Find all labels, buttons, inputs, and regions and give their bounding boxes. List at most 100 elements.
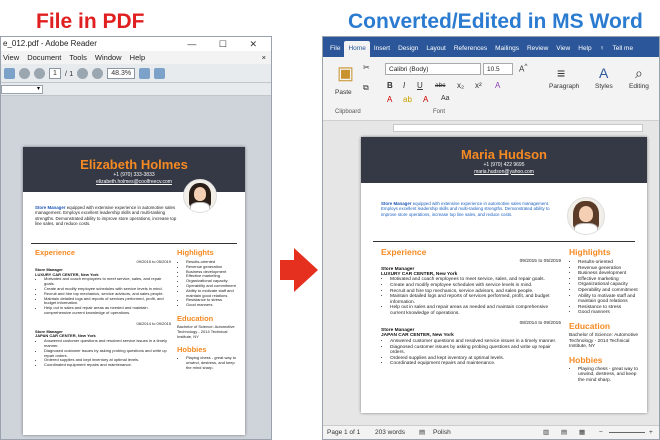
tab-insert[interactable]: Insert [370,41,394,57]
resume-header: Maria Hudson +1 (970) 422 9695 maria.hud… [361,137,647,183]
paragraph-button[interactable]: Paragraph [549,83,579,90]
experience-column: Experience 09/2015 to 05/2019 Store Mana… [35,248,171,368]
experience-column: Experience 09/2015 to 05/2019 Store Mana… [381,247,561,367]
editing-button[interactable]: Editing [629,83,649,90]
page-number-input[interactable]: 1 [49,67,61,79]
resume-name: Elizabeth Holmes [80,157,188,172]
clipboard-group-label: Clipboard [335,109,361,115]
education-title: Education [177,313,214,323]
job2-bullets: Answered customer questions and resolved… [35,338,171,368]
prev-page-icon[interactable] [19,67,30,79]
tab-tell-me[interactable]: Tell me [609,41,638,57]
status-words[interactable]: 203 words [375,426,405,439]
profile-photo [183,179,217,213]
change-case-icon[interactable]: Aa [441,95,450,102]
education-text: Bachelor of Science: Automotive Technolo… [569,332,639,350]
tab-review[interactable]: Review [523,41,552,57]
word-heading: Converted/Edited in MS Word [348,10,643,33]
text-effects-icon[interactable]: A [387,95,392,104]
window-controls[interactable]: — ☐ ✕ [187,37,267,51]
pdf-page: Elizabeth Holmes +1 (970) 333-3833 eliza… [23,147,245,435]
experience-title: Experience [35,248,76,257]
tab-help[interactable]: Help [574,41,595,57]
paragraph-icon[interactable]: ≡ [557,65,565,81]
hobbies-list: Playing chess - great way to unwind, des… [569,367,641,384]
styles-icon[interactable]: A [599,65,608,81]
tab-layout[interactable]: Layout [422,41,450,57]
paste-button[interactable]: Paste [335,89,352,96]
strikethrough-icon[interactable]: abc [435,82,445,89]
tab-references[interactable]: References [450,41,491,57]
tab-file[interactable]: File [326,41,344,57]
job1-company: LUXURY CAR CENTER, New York [381,271,458,277]
font-size-select[interactable]: 10.5 [483,63,513,75]
home-ribbon: ▣ Paste ✂ ⧉ Clipboard Calibri (Body) 10.… [323,57,659,121]
read-mode-icon[interactable]: ▥ [543,426,549,439]
tools-icon[interactable] [4,67,15,79]
font-group-label: Font [433,109,446,115]
cut-icon[interactable]: ✂ [363,63,370,72]
next-page-icon[interactable] [34,67,45,79]
fit-width-icon[interactable] [154,67,166,79]
zoom-out-icon[interactable] [77,67,89,79]
search-icon[interactable]: ⌕ [635,65,643,82]
zoom-in-icon[interactable] [92,67,104,79]
divider [373,241,635,242]
education-title: Education [569,320,611,331]
fit-page-icon[interactable] [139,67,151,79]
styles-button[interactable]: Styles [595,83,613,90]
zoom-in-icon[interactable]: + [649,426,653,439]
subscript-icon[interactable]: x₂ [457,81,464,90]
pdf-menu-items[interactable]: View Document Tools Window Help [3,53,145,62]
pdf-reader-window: e_012.pdf - Adobe Reader — ☐ ✕ View Docu… [0,36,272,440]
tab-home[interactable]: Home [344,41,370,57]
highlights-list: Results-oriented Revenue generation Busi… [177,259,237,308]
status-page[interactable]: Page 1 of 1 [327,426,360,439]
ruler [323,121,659,134]
view-dropdown[interactable]: ▾ [1,85,43,94]
close-document-icon[interactable]: × [262,51,266,64]
zoom-out-icon[interactable]: − [599,426,603,439]
hobbies-title: Hobbies [177,345,207,355]
pdf-heading: File in PDF [36,10,145,33]
pdf-toolbar: 1 / 1 48.3% [1,64,271,83]
resume-name: Maria Hudson [461,147,547,162]
comparison-graphic: File in PDF Converted/Edited in MS Word … [0,0,660,440]
hobbies-list: Playing chess - great way to unwind, des… [177,355,237,370]
job2-company: JAPAN CAR CENTER, New York [381,333,454,339]
page-total: / 1 [64,68,74,78]
proofing-icon[interactable]: ▤ [419,426,425,439]
tab-view[interactable]: View [552,41,574,57]
experience-title: Experience [381,247,427,257]
tab-mailings[interactable]: Mailings [491,41,523,57]
italic-icon[interactable]: I [403,81,405,90]
web-layout-icon[interactable]: ▦ [579,426,585,439]
word-window: File Home Insert Design Layout Reference… [322,36,660,440]
lightbulb-icon: ♀ [599,45,605,52]
profile-avatar [567,197,605,235]
pdf-secondary-toolbar: ▾ [1,83,271,96]
ribbon-tabs: File Home Insert Design Layout Reference… [323,37,659,57]
status-bar: Page 1 of 1 203 words ▤ Polish ▥ ▤ ▦ − + [323,425,659,439]
font-color-icon[interactable]: A [423,95,428,104]
status-language[interactable]: Polish [433,426,451,439]
paste-icon[interactable]: ▣ [337,63,354,84]
zoom-input[interactable]: 48.3% [107,67,136,79]
vertical-ruler [323,134,333,404]
pdf-titlebar: e_012.pdf - Adobe Reader — ☐ ✕ [1,37,271,51]
print-layout-icon[interactable]: ▤ [561,426,567,439]
copy-icon[interactable]: ⧉ [363,83,369,93]
zoom-slider[interactable] [609,432,645,433]
job1-date: 09/2015 to 05/2019 [519,259,561,264]
tab-design[interactable]: Design [394,41,422,57]
font-name-select[interactable]: Calibri (Body) [385,63,481,75]
word-page: Maria Hudson +1 (970) 422 9695 maria.hud… [361,137,647,413]
clear-format-icon[interactable]: A [495,81,500,90]
underline-icon[interactable]: U [417,81,423,90]
resume-summary: Store Manager equipped with extensive ex… [381,201,550,217]
font-grow-icon[interactable]: A^ [519,63,527,74]
highlight-icon[interactable]: ab [403,95,412,104]
bold-icon[interactable]: B [387,81,393,90]
superscript-icon[interactable]: x² [475,81,482,90]
education-text: Bachelor of Science: Automotive Technolo… [177,323,235,339]
